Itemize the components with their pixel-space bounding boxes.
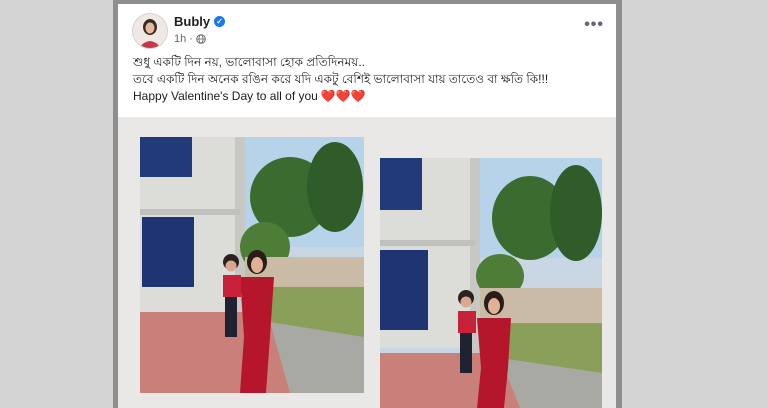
author-name[interactable]: Bubly: [174, 14, 210, 29]
caption-line-3: Happy Valentine's Day to all of you: [133, 89, 318, 103]
verified-badge-icon: ✓: [214, 16, 226, 27]
hearts-emoji: ❤️❤️❤️: [320, 89, 366, 103]
more-options-icon[interactable]: •••: [584, 16, 604, 34]
separator-dot: ·: [189, 33, 193, 45]
caption-line-2: তবে একটি দিন অনেক রঙিন করে যদি একটু বেশি…: [133, 72, 549, 86]
photo-right[interactable]: [380, 158, 602, 408]
post-meta: 1h ·: [174, 33, 206, 45]
photo-left[interactable]: [140, 137, 364, 393]
post-caption: শুধু একটি দিন নয়, ভালোবাসা হোক প্রতিদিন…: [133, 54, 603, 105]
post-header: Bubly ✓ 1h · •••: [118, 4, 616, 54]
avatar[interactable]: [132, 13, 168, 49]
facebook-post: Bubly ✓ 1h · ••• শুধু একটি দিন নয়, ভালো…: [118, 4, 616, 408]
caption-line-3-row: Happy Valentine's Day to all of you ❤️❤️❤…: [133, 88, 603, 105]
post-time[interactable]: 1h: [174, 33, 186, 45]
globe-icon: [196, 34, 206, 44]
author-name-row: Bubly ✓: [174, 14, 226, 29]
photo-grid: [118, 117, 616, 408]
caption-line-1: শুধু একটি দিন নয়, ভালোবাসা হোক প্রতিদিন…: [133, 55, 365, 69]
